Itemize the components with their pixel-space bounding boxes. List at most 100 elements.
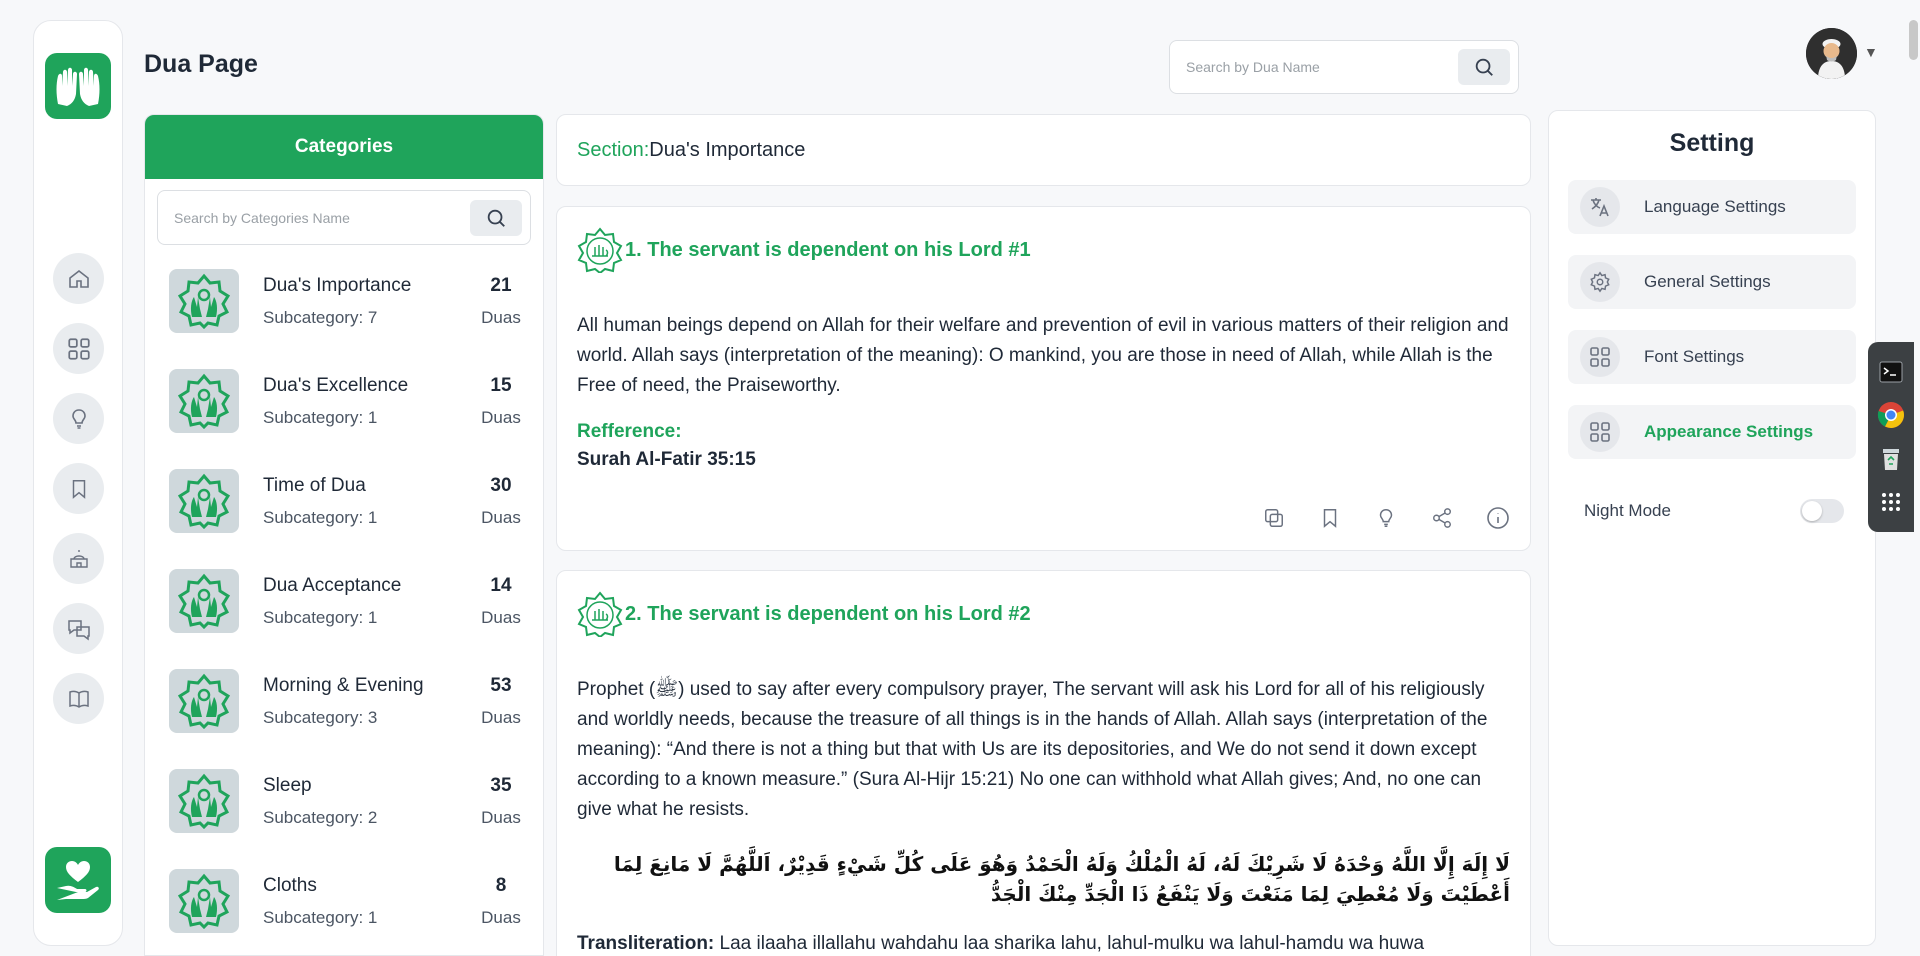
mosque-icon <box>69 549 88 568</box>
category-dua-unit: Duas <box>481 807 521 827</box>
nav-books[interactable] <box>53 673 104 724</box>
bulb-icon <box>71 408 86 429</box>
category-subcount: Subcategory: 2 <box>263 807 378 827</box>
info-icon <box>1487 507 1509 529</box>
category-item[interactable]: Morning & Evening Subcategory: 3 53 Duas <box>145 651 543 751</box>
category-subcount: Subcategory: 3 <box>263 707 378 727</box>
nav-ideas[interactable] <box>53 393 104 444</box>
bookmark-icon <box>72 479 85 499</box>
category-dua-count: 35 <box>490 774 512 796</box>
nav-qa[interactable] <box>53 603 104 654</box>
dua-category-icon <box>177 373 231 429</box>
share-button[interactable] <box>1430 506 1454 530</box>
recycle-bin-icon <box>1883 448 1899 470</box>
nav-bookmarks[interactable] <box>53 463 104 514</box>
reference-value: Surah Al-Fatir 35:15 <box>577 449 756 470</box>
dua-category-icon <box>177 873 231 929</box>
category-icon-wrap <box>169 369 239 433</box>
category-dua-count: 15 <box>490 374 512 396</box>
category-item[interactable]: Dua Acceptance Subcategory: 1 14 Duas <box>145 551 543 651</box>
category-name: Dua's Importance <box>263 274 412 296</box>
category-icon-wrap <box>169 869 239 933</box>
category-list: Dua's Importance Subcategory: 7 21 Duas … <box>145 251 543 951</box>
chrome-icon <box>1877 402 1904 429</box>
dua-category-icon <box>177 773 231 829</box>
category-icon-wrap <box>169 669 239 733</box>
set-label: General Settings <box>1644 272 1771 291</box>
dua-category-icon <box>177 273 231 329</box>
apps-grid-icon <box>1882 493 1900 512</box>
nav-home[interactable] <box>53 253 104 304</box>
dua-search-button[interactable] <box>1458 49 1510 85</box>
category-count: 21 Duas <box>471 275 531 328</box>
category-dua-unit: Duas <box>481 507 521 527</box>
avatar-dropdown-icon[interactable]: ▼ <box>1864 44 1878 60</box>
set-icon-wrap <box>1580 412 1620 452</box>
category-text: Time of Dua Subcategory: 1 <box>263 475 471 528</box>
dua-search-input[interactable] <box>1186 59 1458 75</box>
bookmark-button[interactable] <box>1318 506 1342 530</box>
copy-button[interactable] <box>1262 506 1286 530</box>
nav-ruqyah[interactable] <box>53 533 104 584</box>
category-dua-unit: Duas <box>481 607 521 627</box>
user-avatar-icon <box>1806 28 1857 79</box>
category-item[interactable]: Dua's Excellence Subcategory: 1 15 Duas <box>145 351 543 451</box>
category-count: 14 Duas <box>471 575 531 628</box>
allah-emblem-icon <box>577 591 623 637</box>
dua-body: Prophet (ﷺ) used to say after every comp… <box>577 679 1488 820</box>
info-button[interactable] <box>1486 506 1510 530</box>
dua-title: 2. The servant is dependent on his Lord … <box>625 602 1031 625</box>
app-logo[interactable] <box>45 53 111 119</box>
nav-categories[interactable] <box>53 323 104 374</box>
general-settings-item[interactable]: General Settings <box>1568 255 1856 309</box>
terminal-app[interactable] <box>1876 357 1906 387</box>
section-value: Dua's Importance <box>649 138 806 161</box>
night-mode-row: Night Mode <box>1568 499 1856 523</box>
category-text: Dua Acceptance Subcategory: 1 <box>263 575 471 628</box>
left-rail <box>33 20 123 946</box>
page-scrollbar[interactable] <box>1909 20 1918 60</box>
category-subcount: Subcategory: 7 <box>263 307 378 327</box>
browser-app[interactable] <box>1876 400 1906 430</box>
category-name: Sleep <box>263 774 312 796</box>
floating-app-dock <box>1868 342 1914 532</box>
bookmark-icon <box>1323 509 1337 528</box>
category-name: Dua Acceptance <box>263 574 402 596</box>
category-dua-unit: Duas <box>481 907 521 927</box>
trash-app[interactable] <box>1876 444 1906 474</box>
praying-hands-icon <box>56 67 100 106</box>
grid-icon <box>67 337 90 360</box>
set-icon-wrap <box>1580 187 1620 227</box>
category-count: 35 Duas <box>471 775 531 828</box>
dua-category-icon <box>177 573 231 629</box>
appearance-settings-item[interactable]: Appearance Settings <box>1568 405 1856 459</box>
category-item[interactable]: Dua's Importance Subcategory: 7 21 Duas <box>145 251 543 351</box>
allah-emblem-icon <box>577 227 623 273</box>
support-button[interactable] <box>45 847 111 913</box>
memorize-button[interactable] <box>1374 506 1398 530</box>
category-item[interactable]: Time of Dua Subcategory: 1 30 Duas <box>145 451 543 551</box>
search-icon <box>1475 58 1493 76</box>
dua-title-row: 1. The servant is dependent on his Lord … <box>577 225 1510 275</box>
app-launcher[interactable] <box>1876 487 1906 517</box>
night-mode-toggle[interactable] <box>1800 499 1844 523</box>
font-settings-item[interactable]: Font Settings <box>1568 330 1856 384</box>
set-icon-wrap <box>1580 262 1620 302</box>
page-title: Dua Page <box>144 50 258 78</box>
category-search-button[interactable] <box>470 199 522 236</box>
categories-title: Categories <box>145 115 543 179</box>
rail-nav <box>53 253 104 724</box>
settings-title: Setting <box>1669 129 1755 157</box>
dua-arabic: لَا إِلَهَ إِلَّا اللَّهُ وَحْدَهُ لَا ش… <box>613 852 1510 906</box>
language-settings-item[interactable]: Language Settings <box>1568 180 1856 234</box>
book-icon <box>68 690 89 708</box>
copy-icon <box>1265 509 1283 527</box>
avatar[interactable] <box>1806 28 1857 79</box>
terminal-icon <box>1879 361 1903 383</box>
category-search-input[interactable] <box>174 209 470 226</box>
settings-panel: Setting Language Settings General Settin… <box>1548 110 1876 946</box>
category-item[interactable]: Sleep Subcategory: 2 35 Duas <box>145 751 543 851</box>
set-label: Font Settings <box>1644 347 1745 366</box>
category-text: Sleep Subcategory: 2 <box>263 775 471 828</box>
category-item[interactable]: Cloths Subcategory: 1 8 Duas <box>145 851 543 951</box>
